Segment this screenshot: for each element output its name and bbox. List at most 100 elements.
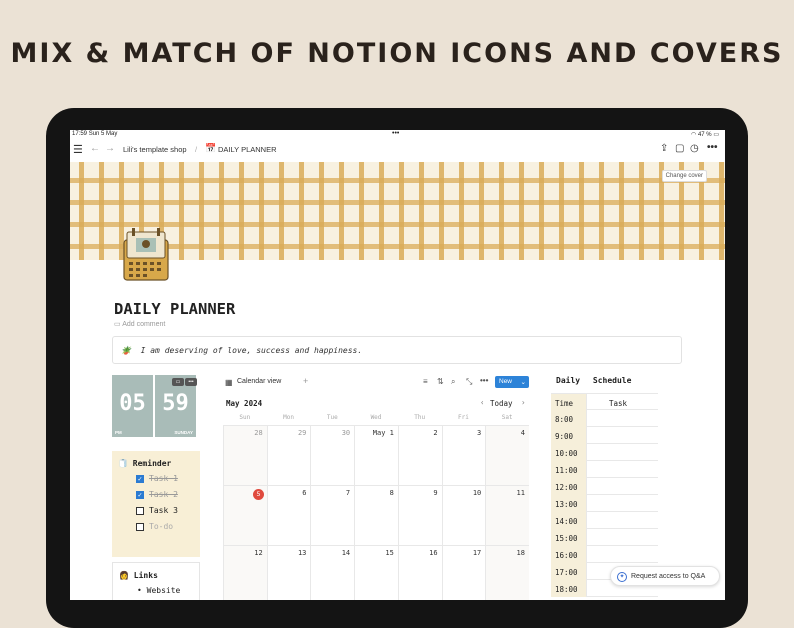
calendar-day-cell[interactable]: 13: [267, 545, 311, 600]
clock-period: PM: [115, 430, 122, 435]
weekday-header: Thu: [398, 411, 442, 425]
calendar-day-cell[interactable]: 30: [310, 425, 354, 485]
weekday-header: Sat: [485, 411, 529, 425]
calendar-more-icon[interactable]: •••: [480, 376, 488, 385]
calendar-day-cell[interactable]: 10: [442, 485, 486, 545]
schedule-task-header: Task: [609, 399, 627, 408]
calendar-day-cell[interactable]: 18: [485, 545, 529, 600]
checkbox-icon[interactable]: [136, 523, 144, 531]
calendar-day-cell[interactable]: 8: [354, 485, 398, 545]
battery-icon: ▭: [713, 132, 719, 138]
calendar-day-number: 6: [302, 489, 306, 497]
breadcrumb-page[interactable]: DAILY PLANNER: [218, 145, 277, 154]
add-comment[interactable]: ▭ Add comment: [114, 320, 165, 328]
sort-icon[interactable]: ⇅: [437, 377, 444, 386]
comment-icon[interactable]: ▢: [675, 143, 684, 154]
calendar-toolbar: ▦ Calendar view + ≡ ⇅ ⌕ ⤡ ••• New ⌄: [223, 375, 529, 389]
back-arrow-icon[interactable]: ←: [90, 143, 100, 154]
affirmation-callout[interactable]: 🪴 I am deserving of love, success and ha…: [112, 336, 682, 364]
link-item-website[interactable]: • Website: [137, 586, 180, 595]
calendar-day-number: 11: [517, 489, 525, 497]
reminder-task-label: To-do: [149, 522, 173, 531]
toilet-roll-icon: 🧻: [118, 459, 128, 468]
today-badge: 5: [253, 489, 264, 500]
reminder-task-label: Task 3: [149, 506, 178, 515]
calendar-day-cell[interactable]: 6: [267, 485, 311, 545]
weekday-header: Mon: [267, 411, 311, 425]
calendar-day-cell[interactable]: 15: [354, 545, 398, 600]
page-calendar-icon: 📅: [205, 143, 216, 154]
reminder-task-label: Task 2: [149, 490, 178, 499]
schedule-row[interactable]: 16:00: [551, 546, 658, 563]
block-comment-icon[interactable]: ▭: [172, 378, 184, 386]
checked-checkbox-icon[interactable]: ✓: [136, 491, 144, 499]
calendar-day-cell[interactable]: 16: [398, 545, 442, 600]
calendar-day-cell[interactable]: 12: [223, 545, 267, 600]
clock-hours: 05: [112, 391, 153, 416]
schedule-row[interactable]: 14:00: [551, 512, 658, 529]
calendar-day-cell[interactable]: 14: [310, 545, 354, 600]
calendar-grid: SunMonTueWedThuFriSat282930May 123456789…: [223, 411, 529, 600]
new-button[interactable]: New ⌄: [495, 376, 529, 388]
schedule-row[interactable]: 9:00: [551, 427, 658, 444]
schedule-row[interactable]: 13:00: [551, 495, 658, 512]
calendar-day-cell[interactable]: 2: [398, 425, 442, 485]
calendar-day-number: May 1: [373, 429, 394, 437]
schedule-time: 8:00: [551, 410, 587, 427]
weekday-header: Tue: [310, 411, 354, 425]
calendar-day-cell[interactable]: 11: [485, 485, 529, 545]
filter-icon[interactable]: ≡: [423, 377, 428, 386]
add-view-button[interactable]: +: [303, 376, 308, 386]
desk-calendar-icon[interactable]: [122, 226, 170, 282]
calendar-day-cell[interactable]: 29: [267, 425, 311, 485]
calendar-day-number: 4: [521, 429, 525, 437]
calendar-day-cell[interactable]: 9: [398, 485, 442, 545]
schedule-row[interactable]: 12:00: [551, 478, 658, 495]
schedule-time: 9:00: [551, 427, 587, 444]
more-icon[interactable]: •••: [707, 142, 718, 153]
forward-arrow-icon[interactable]: →: [105, 143, 115, 154]
schedule-row[interactable]: 11:00: [551, 461, 658, 478]
change-cover-button[interactable]: Change cover: [662, 170, 707, 182]
block-more-icon[interactable]: •••: [185, 378, 197, 386]
status-time: 17:59: [72, 131, 87, 137]
search-icon[interactable]: ⌕: [451, 377, 455, 387]
weekday-header: Fri: [442, 411, 486, 425]
calendar-day-cell[interactable]: May 1: [354, 425, 398, 485]
calendar-day-cell[interactable]: 3: [442, 425, 486, 485]
page-title[interactable]: DAILY PLANNER: [114, 300, 235, 318]
share-icon[interactable]: ⇪: [660, 143, 668, 154]
menu-icon[interactable]: ☰: [73, 143, 83, 156]
status-date: Sun 5 May: [89, 131, 118, 137]
calendar-day-number: 28: [254, 429, 262, 437]
calendar-view-tab[interactable]: Calendar view: [237, 378, 281, 385]
sparkle-icon: ✦: [617, 572, 627, 582]
schedule-row[interactable]: 8:00: [551, 410, 658, 427]
calendar-day-number: 17: [473, 549, 481, 557]
reminder-block: 🧻 Reminder ✓Task 1✓Task 2Task 3To-do: [112, 451, 200, 557]
request-qa-button[interactable]: ✦ Request access to Q&A ›: [610, 566, 720, 586]
next-month-icon[interactable]: ›: [521, 398, 526, 407]
clock-hours-card: 05 PM: [112, 375, 153, 437]
calendar-day-cell[interactable]: 17: [442, 545, 486, 600]
schedule-row[interactable]: 10:00: [551, 444, 658, 461]
checked-checkbox-icon[interactable]: ✓: [136, 475, 144, 483]
expand-icon[interactable]: ⤡: [466, 377, 472, 387]
checkbox-icon[interactable]: [136, 507, 144, 515]
prev-month-icon[interactable]: ‹: [480, 398, 485, 407]
weekday-header: Sun: [223, 411, 267, 425]
clock-icon[interactable]: ◷: [690, 143, 699, 154]
multitask-dots[interactable]: •••: [392, 130, 399, 137]
calendar-day-cell[interactable]: 5: [223, 485, 267, 545]
schedule-time: 10:00: [551, 444, 587, 461]
links-title: Links: [134, 571, 158, 580]
breadcrumb-workspace[interactable]: Lili's template shop: [123, 145, 187, 154]
today-button[interactable]: Today: [490, 399, 513, 408]
calendar-day-cell[interactable]: 7: [310, 485, 354, 545]
links-block: 👩 Links • Website: [112, 562, 200, 600]
calendar-day-cell[interactable]: 4: [485, 425, 529, 485]
calendar-day-cell[interactable]: 28: [223, 425, 267, 485]
schedule-row[interactable]: 15:00: [551, 529, 658, 546]
schedule-time: 11:00: [551, 461, 587, 478]
schedule-time: 15:00: [551, 529, 587, 546]
